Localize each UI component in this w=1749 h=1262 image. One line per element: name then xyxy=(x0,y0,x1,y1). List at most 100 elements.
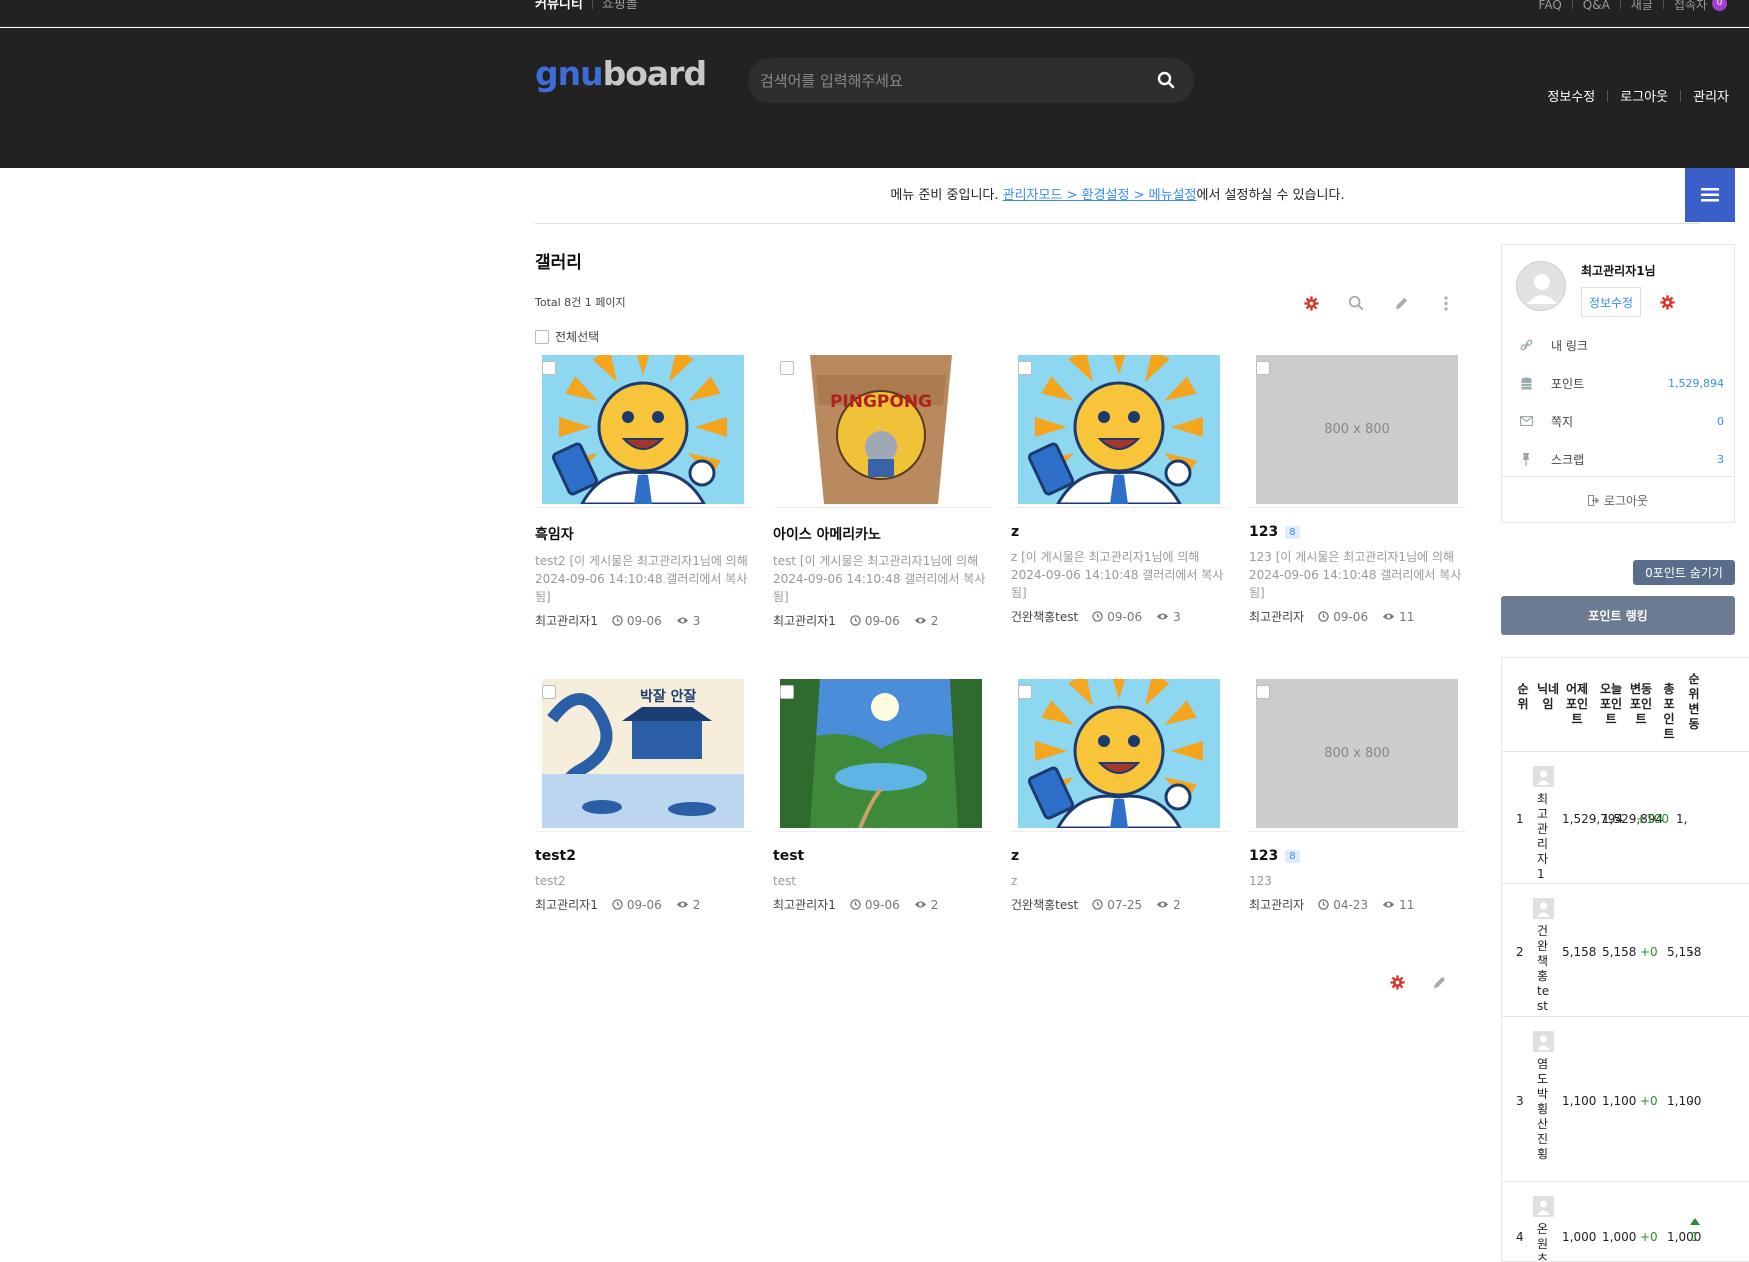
post-title[interactable]: 123 8 xyxy=(1249,524,1467,540)
post-author[interactable]: 최고관리자 xyxy=(1249,608,1304,625)
post-title[interactable]: 흑임자 xyxy=(535,524,753,544)
select-all-checkbox[interactable] xyxy=(535,329,549,344)
edit-profile-link[interactable]: 정보수정 xyxy=(1547,86,1595,105)
avatar[interactable] xyxy=(1516,261,1566,311)
post-author[interactable]: 최고관리자1 xyxy=(535,896,598,913)
post-checkbox[interactable] xyxy=(1018,361,1032,375)
post-author[interactable]: 최고관리자1 xyxy=(773,896,836,913)
admin-settings-button[interactable] xyxy=(1300,292,1322,314)
profile-row-memo[interactable]: 쪽지 0 xyxy=(1516,411,1724,431)
gallery-card[interactable]: test test 최고관리자1 09-06 2 xyxy=(773,679,991,913)
logout-link[interactable]: 로그아웃 xyxy=(1620,86,1668,105)
gallery-card[interactable]: 흑임자 test2 [이 게시물은 최고관리자1님에 의해 2024-09-06 … xyxy=(535,355,753,629)
connected-count-badge: 0 xyxy=(1712,0,1727,11)
post-thumbnail[interactable] xyxy=(1018,679,1220,828)
menu-toggle-button[interactable] xyxy=(1685,168,1735,222)
ranking-avatar[interactable] xyxy=(1533,898,1554,919)
ranking-header-cell: 총 포인트 xyxy=(1663,682,1675,741)
profile-admin-button[interactable] xyxy=(1660,295,1675,314)
nav-connected[interactable]: 접속자 xyxy=(1674,0,1707,11)
admin-settings-button-bottom[interactable] xyxy=(1390,975,1405,994)
ranking-avatar[interactable] xyxy=(1533,766,1554,787)
ranking-nickname[interactable]: 건완책홍test xyxy=(1537,924,1550,1014)
gallery-card[interactable]: PINGPONG 아이스 아메리카노 test [이 게시물은 최고관리자1님에 의… xyxy=(773,355,991,629)
profile-name: 최고관리자1님 xyxy=(1581,264,1656,278)
post-title[interactable]: z xyxy=(1011,524,1229,540)
profile-row-scrap[interactable]: 스크랩 3 xyxy=(1516,449,1724,469)
nav-shop[interactable]: 쇼핑몰 xyxy=(602,0,638,11)
sun-mascot-image xyxy=(542,355,744,504)
hide-zero-point-button[interactable]: 0포인트 숨기기 xyxy=(1633,560,1735,585)
clock-icon xyxy=(612,615,623,626)
divider xyxy=(1662,0,1664,9)
profile-row-point[interactable]: 포인트 1,529,894 xyxy=(1516,373,1724,393)
post-title[interactable]: 123 8 xyxy=(1249,848,1467,864)
nav-faq[interactable]: FAQ xyxy=(1539,0,1562,11)
gallery-card[interactable]: 800 x 800 123 8 123 [이 게시물은 최고관리자1님에 의해 202… xyxy=(1249,355,1467,625)
sidebar-logout-label: 로그아웃 xyxy=(1603,493,1649,508)
post-title[interactable]: z xyxy=(1011,848,1229,864)
admin-link[interactable]: 관리자 xyxy=(1693,86,1729,105)
gallery-card[interactable]: z z [이 게시물은 최고관리자1님에 의해 2024-09-06 14:10:… xyxy=(1011,355,1229,625)
post-checkbox[interactable] xyxy=(1256,361,1270,375)
notice-link-admin[interactable]: 관리자모드 > 환경설정 > 메뉴설정 xyxy=(1003,188,1197,203)
post-author[interactable]: 최고관리자 xyxy=(1249,896,1304,913)
point-ranking-button[interactable]: 포인트 랭킹 xyxy=(1501,596,1735,635)
search-button[interactable] xyxy=(1156,71,1176,91)
ranking-nickname[interactable]: 염도박횡산진횡 xyxy=(1537,1057,1550,1162)
ranking-nickname[interactable]: 최고관리자1 xyxy=(1537,792,1550,882)
post-checkbox[interactable] xyxy=(780,361,794,375)
post-author[interactable]: 건완책홍test xyxy=(1011,896,1078,913)
post-checkbox[interactable] xyxy=(1256,685,1270,699)
post-thumbnail[interactable]: 박잘 안잘 xyxy=(542,679,744,828)
post-title[interactable]: 아이스 아메리카노 xyxy=(773,524,991,544)
gallery-card[interactable]: 박잘 안잘 test2 test2 최고관리자1 09-06 2 xyxy=(535,679,753,913)
post-author[interactable]: 건완책홍test xyxy=(1011,608,1078,625)
profile-edit-button[interactable]: 정보수정 xyxy=(1581,287,1641,317)
ranking-avatar[interactable] xyxy=(1533,1196,1554,1217)
nav-community[interactable]: 커뮤니티 xyxy=(535,0,583,11)
post-description: test [이 게시물은 최고관리자1님에 의해 2024-09-06 14:1… xyxy=(773,554,986,604)
ranking-header-cell: 변동 포인트 xyxy=(1629,682,1653,726)
ranking-avatar[interactable] xyxy=(1533,1031,1554,1052)
post-thumbnail[interactable] xyxy=(542,355,744,504)
post-title[interactable]: test xyxy=(773,848,991,864)
post-checkbox[interactable] xyxy=(1018,685,1032,699)
ranking-nickname[interactable]: 온원츠 xyxy=(1537,1222,1550,1261)
post-date: 09-06 xyxy=(1092,610,1142,624)
board-search-button[interactable] xyxy=(1345,292,1367,314)
gallery-card[interactable]: 800 x 800 123 8 123 최고관리자 04-23 11 xyxy=(1249,679,1467,913)
select-all[interactable]: 전체선택 xyxy=(535,328,599,345)
post-checkbox[interactable] xyxy=(542,685,556,699)
gallery-card[interactable]: z z 건완책홍test 07-25 2 xyxy=(1011,679,1229,913)
profile-row-link[interactable]: 내 링크 xyxy=(1516,335,1724,355)
post-author[interactable]: 최고관리자1 xyxy=(773,612,836,629)
post-thumbnail[interactable]: 800 x 800 xyxy=(1256,355,1458,504)
profile-row-label: 내 링크 xyxy=(1551,338,1588,353)
post-date: 09-06 xyxy=(1318,610,1368,624)
post-author[interactable]: 최고관리자1 xyxy=(535,612,598,629)
point-ranking-table: 순위 닉네임 어제 포인트 오늘 포인트 변동 포인트 총 포인트 순위 변동 최고관리자1… xyxy=(1501,657,1749,1262)
post-thumbnail[interactable]: 800 x 800 xyxy=(1256,679,1458,828)
post-thumbnail[interactable]: PINGPONG xyxy=(780,355,982,504)
more-options-button[interactable] xyxy=(1435,292,1457,314)
clock-icon xyxy=(612,899,623,910)
eye-icon xyxy=(1383,613,1395,620)
rank-number: 2 xyxy=(1516,945,1524,959)
comment-count-badge: 8 xyxy=(1285,849,1300,863)
post-thumbnail[interactable] xyxy=(1018,355,1220,504)
gear-icon xyxy=(1303,295,1319,311)
post-checkbox[interactable] xyxy=(542,361,556,375)
post-title[interactable]: test2 xyxy=(535,848,753,864)
post-views: 11 xyxy=(1382,610,1414,624)
site-logo[interactable]: gnuboard xyxy=(535,54,707,93)
nav-new-posts[interactable]: 새글 xyxy=(1631,0,1653,11)
search-input[interactable] xyxy=(760,58,1120,103)
post-checkbox[interactable] xyxy=(780,685,794,699)
sidebar-logout-button[interactable]: 로그아웃 xyxy=(1502,476,1734,523)
notice-link-config-text: 환경설정 xyxy=(1081,188,1130,203)
write-button-bottom[interactable] xyxy=(1432,975,1447,994)
write-button[interactable] xyxy=(1390,292,1412,314)
post-thumbnail[interactable] xyxy=(780,679,982,828)
nav-qa[interactable]: Q&A xyxy=(1583,0,1610,11)
